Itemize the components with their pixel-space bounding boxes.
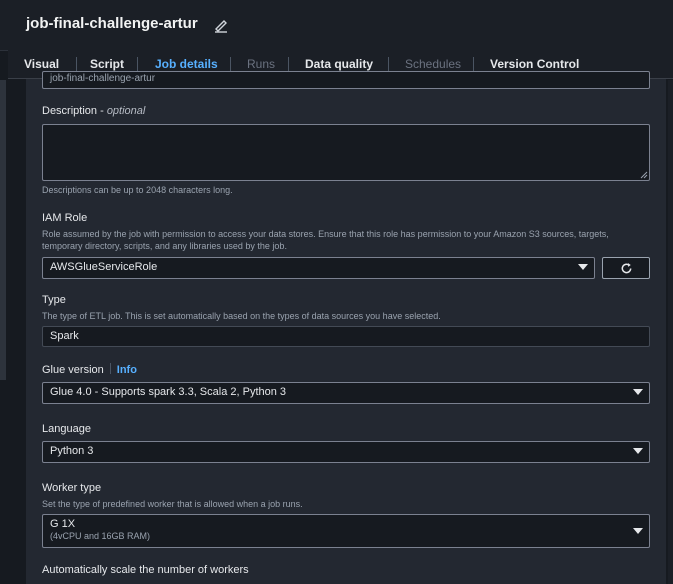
job-name-value: job-final-challenge-artur bbox=[50, 73, 156, 84]
iam-role-label: IAM Role bbox=[42, 212, 88, 224]
autoscale-label: Automatically scale the number of worker… bbox=[42, 564, 249, 576]
glue-version-label: Glue version Info bbox=[42, 363, 137, 376]
tab-separator bbox=[230, 57, 231, 71]
resize-handle-icon[interactable] bbox=[640, 171, 648, 179]
job-header: job-final-challenge-artur bbox=[0, 0, 673, 51]
worker-type-value: G 1X bbox=[50, 518, 76, 530]
description-hint: Descriptions can be up to 2048 character… bbox=[42, 185, 233, 195]
worker-type-select[interactable]: G 1X (4vCPU and 16GB RAM) bbox=[42, 514, 650, 548]
tab-script[interactable]: Script bbox=[90, 57, 124, 71]
language-label: Language bbox=[42, 423, 91, 435]
dropdown-caret-icon bbox=[633, 528, 643, 534]
type-label: Type bbox=[42, 294, 66, 306]
refresh-roles-button[interactable] bbox=[602, 257, 650, 279]
scrollbar-left[interactable] bbox=[0, 80, 6, 380]
worker-type-label: Worker type bbox=[42, 482, 102, 494]
tab-separator bbox=[388, 57, 389, 71]
language-value: Python 3 bbox=[50, 445, 94, 457]
iam-role-value: AWSGlueServiceRole bbox=[50, 261, 158, 273]
type-value: Spark bbox=[50, 330, 79, 342]
type-field: Spark bbox=[42, 326, 650, 347]
tab-job-details[interactable]: Job details bbox=[155, 57, 218, 71]
tab-separator bbox=[76, 57, 77, 71]
refresh-icon bbox=[621, 263, 632, 274]
dropdown-caret-icon bbox=[578, 264, 588, 270]
tab-visual[interactable]: Visual bbox=[24, 57, 59, 71]
tab-version-control[interactable]: Version Control bbox=[490, 57, 579, 71]
tab-schedules[interactable]: Schedules bbox=[405, 57, 461, 71]
dropdown-caret-icon bbox=[633, 448, 643, 454]
glue-version-select[interactable]: Glue 4.0 - Supports spark 3.3, Scala 2, … bbox=[42, 382, 650, 404]
job-details-panel: job-final-challenge-artur Description - … bbox=[26, 71, 666, 584]
description-textarea[interactable] bbox=[42, 124, 650, 181]
iam-role-select[interactable]: AWSGlueServiceRole bbox=[42, 257, 595, 279]
dropdown-caret-icon bbox=[633, 389, 643, 395]
tab-data-quality[interactable]: Data quality bbox=[305, 57, 373, 71]
worker-type-sub: (4vCPU and 16GB RAM) bbox=[50, 531, 151, 541]
description-label: Description - optional bbox=[42, 105, 146, 117]
language-select[interactable]: Python 3 bbox=[42, 441, 650, 463]
scrollbar-right[interactable] bbox=[668, 80, 673, 584]
tab-separator bbox=[473, 57, 474, 71]
tab-runs[interactable]: Runs bbox=[247, 57, 275, 71]
iam-role-hint: Role assumed by the job with permission … bbox=[42, 229, 609, 251]
info-link[interactable]: Info bbox=[117, 364, 137, 376]
tab-separator bbox=[137, 57, 138, 71]
worker-type-hint: Set the type of predefined worker that i… bbox=[42, 499, 303, 509]
glue-version-value: Glue 4.0 - Supports spark 3.3, Scala 2, … bbox=[50, 386, 287, 398]
tab-separator bbox=[288, 57, 289, 71]
job-name-input[interactable]: job-final-challenge-artur bbox=[42, 71, 650, 89]
job-title: job-final-challenge-artur bbox=[26, 15, 198, 32]
pencil-edit-icon[interactable] bbox=[213, 17, 229, 33]
type-hint: The type of ETL job. This is set automat… bbox=[42, 311, 441, 321]
